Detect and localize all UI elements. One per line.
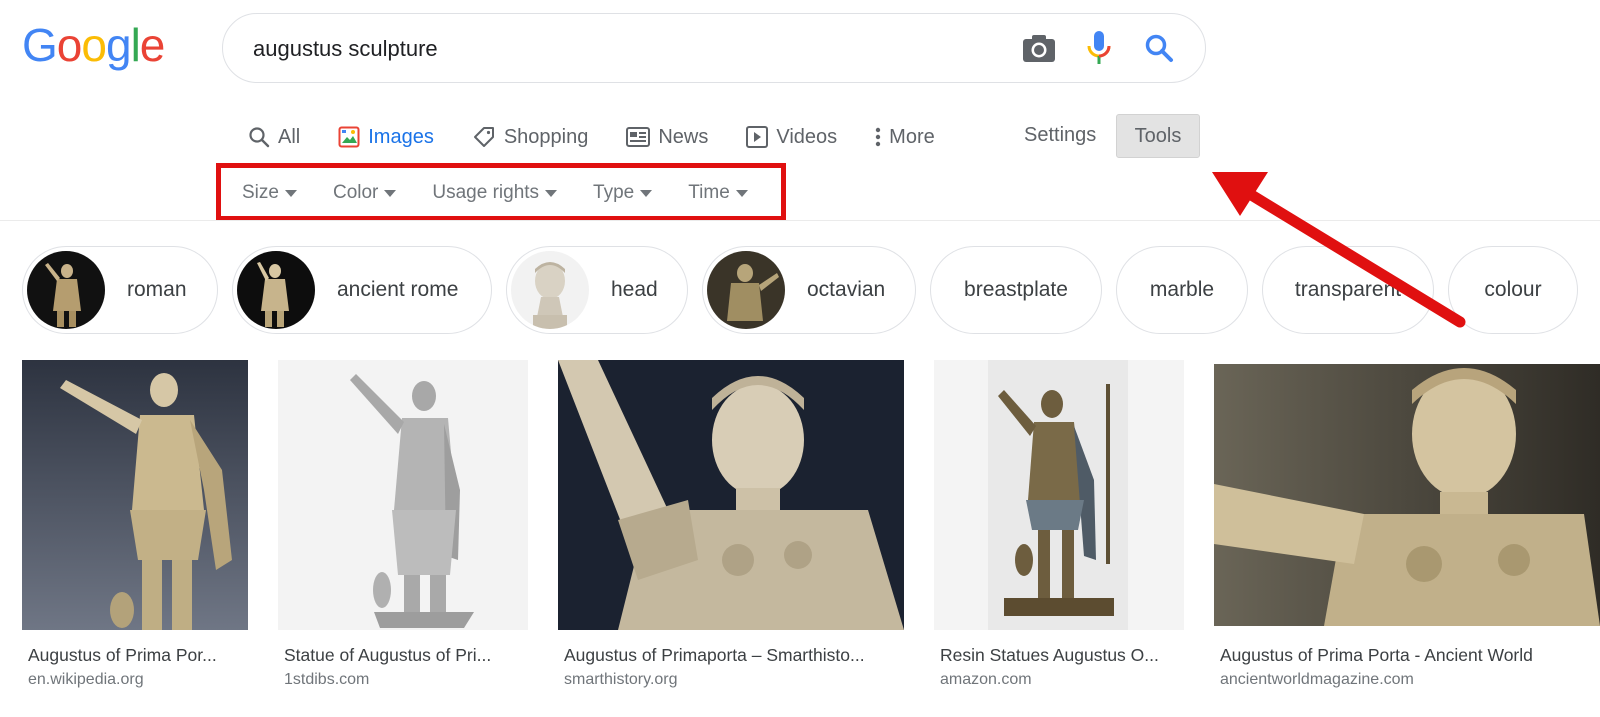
search-tabs: All Images Shopping News Videos More bbox=[248, 112, 973, 166]
result-domain: 1stdibs.com bbox=[284, 671, 370, 688]
result-domain: en.wikipedia.org bbox=[28, 671, 144, 688]
caret-down-icon bbox=[640, 189, 653, 197]
result-title: Augustus of Prima Porta - Ancient World bbox=[1220, 645, 1533, 665]
chip-label: breastplate bbox=[964, 278, 1068, 301]
tools-button[interactable]: Tools bbox=[1116, 114, 1200, 158]
image-result[interactable]: Augustus of Primaporta – Smarthisto... s… bbox=[558, 360, 904, 688]
camera-icon[interactable] bbox=[1021, 30, 1057, 66]
tools-filter-bar: Size Color Usage rights Type Time bbox=[242, 178, 784, 208]
related-searches-chips: roman ancient rome head octavian breastp… bbox=[22, 246, 1592, 336]
tab-all[interactable]: All bbox=[248, 112, 300, 162]
result-title: Statue of Augustus of Pri... bbox=[284, 645, 492, 665]
tab-label: Images bbox=[368, 125, 434, 148]
more-vert-icon bbox=[875, 127, 881, 147]
filter-label: Color bbox=[332, 182, 379, 203]
chip-thumbnail bbox=[707, 251, 785, 329]
search-input[interactable] bbox=[251, 32, 975, 66]
chip-marble[interactable]: marble bbox=[1116, 246, 1248, 334]
filter-type[interactable]: Type bbox=[593, 182, 653, 204]
chip-octavian[interactable]: octavian bbox=[702, 246, 916, 334]
result-thumbnail bbox=[22, 360, 248, 630]
chip-ancient-rome[interactable]: ancient rome bbox=[232, 246, 492, 334]
filter-usage-rights[interactable]: Usage rights bbox=[432, 182, 558, 204]
logo-letter: o bbox=[56, 19, 83, 71]
logo-letter: l bbox=[130, 19, 141, 71]
tab-label: All bbox=[278, 125, 301, 148]
news-icon bbox=[626, 127, 651, 147]
result-title: Augustus of Prima Por... bbox=[28, 645, 217, 665]
chip-label: roman bbox=[127, 278, 187, 301]
chip-thumbnail bbox=[511, 251, 589, 329]
tab-videos[interactable]: Videos bbox=[746, 112, 837, 162]
filter-color[interactable]: Color bbox=[332, 182, 397, 204]
chip-roman[interactable]: roman bbox=[22, 246, 218, 334]
result-thumbnail bbox=[1214, 364, 1600, 626]
tab-shopping[interactable]: Shopping bbox=[472, 112, 589, 162]
search-icon[interactable] bbox=[1141, 30, 1177, 66]
image-result[interactable]: Augustus of Prima Porta - Ancient World … bbox=[1214, 360, 1600, 688]
divider bbox=[0, 220, 1600, 221]
result-domain: ancientworldmagazine.com bbox=[1220, 671, 1414, 688]
tab-images[interactable]: Images bbox=[322, 112, 452, 166]
tab-label: Videos bbox=[776, 125, 838, 148]
filter-label: Usage rights bbox=[432, 182, 540, 203]
filter-size[interactable]: Size bbox=[242, 182, 297, 204]
video-icon bbox=[746, 126, 769, 148]
chip-breastplate[interactable]: breastplate bbox=[930, 246, 1102, 334]
chip-label: colour bbox=[1484, 278, 1542, 301]
filter-label: Size bbox=[242, 182, 279, 203]
filter-time[interactable]: Time bbox=[688, 182, 748, 204]
chip-label: transparent bbox=[1294, 278, 1402, 301]
logo-letter: G bbox=[22, 19, 58, 71]
result-thumbnail bbox=[934, 360, 1184, 630]
image-result[interactable]: Resin Statues Augustus O... amazon.com bbox=[934, 360, 1184, 688]
chip-label: marble bbox=[1149, 278, 1215, 301]
chip-thumbnail bbox=[237, 251, 315, 329]
logo-letter: o bbox=[81, 19, 107, 71]
caret-down-icon bbox=[545, 189, 558, 197]
filter-label: Time bbox=[688, 182, 730, 203]
caret-down-icon bbox=[384, 189, 397, 197]
tab-more[interactable]: More bbox=[875, 112, 935, 162]
tag-icon bbox=[473, 127, 494, 147]
microphone-icon[interactable] bbox=[1081, 30, 1117, 66]
tab-label: Shopping bbox=[503, 125, 589, 148]
result-domain: smarthistory.org bbox=[564, 671, 678, 688]
result-thumbnail bbox=[558, 360, 904, 630]
tab-label: News bbox=[658, 125, 709, 148]
search-bar bbox=[222, 13, 1206, 83]
tab-label: More bbox=[889, 125, 935, 148]
caret-down-icon bbox=[735, 189, 748, 197]
filter-label: Type bbox=[593, 182, 635, 203]
tab-news[interactable]: News bbox=[626, 112, 708, 162]
result-thumbnail bbox=[278, 360, 528, 630]
chip-label: head bbox=[611, 278, 658, 301]
logo-letter: e bbox=[139, 19, 166, 71]
image-result[interactable]: Augustus of Prima Por... en.wikipedia.or… bbox=[22, 360, 248, 688]
caret-down-icon bbox=[284, 189, 297, 197]
chip-label: octavian bbox=[807, 278, 886, 301]
chip-label: ancient rome bbox=[337, 278, 459, 301]
chip-transparent[interactable]: transparent bbox=[1262, 246, 1434, 334]
google-logo[interactable]: Google bbox=[22, 18, 166, 72]
search-icon bbox=[249, 127, 270, 148]
settings-link[interactable]: Settings bbox=[1024, 124, 1096, 147]
result-title: Resin Statues Augustus O... bbox=[940, 645, 1159, 665]
image-icon bbox=[338, 126, 360, 148]
result-title: Augustus of Primaporta – Smarthisto... bbox=[564, 645, 865, 665]
logo-letter: g bbox=[105, 19, 132, 71]
result-domain: amazon.com bbox=[940, 671, 1032, 688]
chip-thumbnail bbox=[27, 251, 105, 329]
image-result[interactable]: Statue of Augustus of Pri... 1stdibs.com bbox=[278, 360, 528, 688]
chip-colour[interactable]: colour bbox=[1448, 246, 1578, 334]
chip-head[interactable]: head bbox=[506, 246, 688, 334]
